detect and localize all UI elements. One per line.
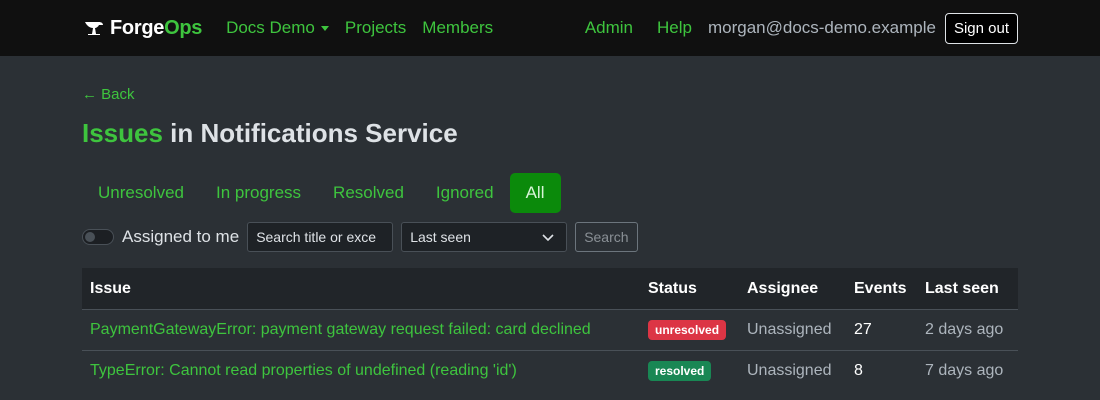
issue-title-link[interactable]: TypeError: Cannot read properties of und…: [90, 362, 517, 379]
column-header-events: Events: [846, 268, 917, 310]
nav-members-link[interactable]: Members: [422, 18, 493, 38]
status-tabs: Unresolved In progress Resolved Ignored …: [82, 173, 1018, 213]
sort-select[interactable]: Last seen: [401, 222, 568, 252]
assigned-to-me-toggle[interactable]: [82, 229, 114, 245]
brand-name-part1: Forge: [110, 16, 165, 39]
page-title: Issues in Notifications Service: [82, 118, 1018, 149]
column-header-status: Status: [640, 268, 739, 310]
issue-title-link[interactable]: PaymentGatewayError: payment gateway req…: [90, 321, 591, 338]
search-button[interactable]: Search: [575, 222, 638, 252]
nav-projects-link[interactable]: Projects: [345, 18, 406, 38]
chevron-down-icon: [542, 229, 554, 245]
tab-in-progress[interactable]: In progress: [200, 173, 317, 213]
page-title-accent: Issues: [82, 118, 163, 148]
tab-ignored[interactable]: Ignored: [420, 173, 510, 213]
table-row: TypeError: Cannot read properties of und…: [82, 350, 1018, 391]
issues-table: Issue Status Assignee Events Last seen P…: [82, 268, 1018, 391]
column-header-assignee: Assignee: [739, 268, 846, 310]
anvil-icon: [84, 20, 104, 36]
org-switcher-label: Docs Demo: [226, 18, 315, 37]
caret-down-icon: [320, 26, 329, 32]
user-email: morgan@docs-demo.example: [707, 18, 936, 37]
status-badge: unresolved: [648, 320, 727, 340]
page-title-rest: in Notifications Service: [162, 118, 458, 148]
tab-all[interactable]: All: [509, 173, 561, 213]
toggle-knob: [85, 232, 95, 242]
main-content: ← Back Issues in Notifications Service U…: [0, 56, 1100, 391]
column-header-issue: Issue: [82, 268, 640, 310]
events-cell: 8: [846, 350, 917, 391]
sort-select-value: Last seen: [410, 229, 471, 245]
last-seen-cell: 2 days ago: [917, 309, 1018, 351]
tab-unresolved[interactable]: Unresolved: [82, 173, 200, 213]
brand-logo[interactable]: ForgeOps: [84, 17, 202, 40]
assigned-to-me-label: Assigned to me: [122, 227, 240, 246]
events-cell: 27: [846, 309, 917, 351]
tab-resolved[interactable]: Resolved: [317, 173, 420, 213]
last-seen-cell: 7 days ago: [917, 350, 1018, 391]
back-link[interactable]: ← Back: [82, 86, 135, 103]
search-input[interactable]: [247, 222, 394, 252]
nav-help-link[interactable]: Help: [657, 18, 692, 38]
sign-out-button[interactable]: Sign out: [944, 12, 1018, 44]
assignee-cell: Unassigned: [739, 309, 846, 351]
nav-admin-link[interactable]: Admin: [585, 18, 633, 38]
assignee-cell: Unassigned: [739, 350, 846, 391]
status-badge: resolved: [648, 361, 712, 381]
table-row: PaymentGatewayError: payment gateway req…: [82, 309, 1018, 351]
column-header-last-seen: Last seen: [917, 268, 1018, 310]
top-navbar: ForgeOps Docs Demo Projects Members Admi…: [0, 0, 1100, 56]
brand-name-part2: Ops: [164, 16, 203, 39]
brand-name: ForgeOps: [110, 17, 202, 40]
filter-bar: Assigned to me Last seen Search: [82, 222, 1018, 252]
table-header-row: Issue Status Assignee Events Last seen: [82, 268, 1018, 310]
org-switcher-dropdown[interactable]: Docs Demo: [226, 18, 329, 38]
